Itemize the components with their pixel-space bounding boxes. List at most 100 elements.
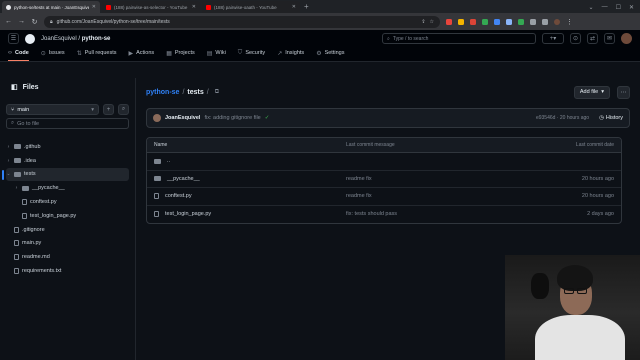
chevron-right-icon[interactable]: › (14, 185, 19, 191)
extension-icon[interactable] (446, 18, 452, 25)
minimize-icon[interactable]: — (602, 4, 608, 10)
table-row[interactable]: .. (147, 153, 621, 171)
lock-icon: 🔒︎ (50, 18, 53, 25)
table-row[interactable]: __pycache__ readme fix 20 hours ago (147, 171, 621, 188)
browser-tab[interactable]: (188) pairwise-oaath - YouTube ✕ (202, 1, 300, 13)
add-file-button[interactable]: Add file ▾ (573, 85, 610, 99)
avatar[interactable] (153, 114, 161, 122)
close-icon[interactable]: ✕ (292, 4, 296, 10)
tab-projects[interactable]: ▦ Projects (166, 47, 195, 61)
search-icon: ⌕ (11, 120, 15, 126)
chevron-right-icon[interactable]: › (6, 158, 11, 164)
sidebar-collapse-icon[interactable]: ◧ (11, 83, 18, 91)
tree-item[interactable]: ⌄ tests (2, 167, 129, 182)
kebab-menu-icon[interactable]: ⋮ (566, 18, 573, 26)
search-icon[interactable]: ⌕ (118, 104, 129, 115)
row-name[interactable]: test_login_page.py (165, 211, 211, 217)
tab-code[interactable]: ‹› Code (8, 47, 29, 61)
tree-item[interactable]: test_login_page.py (6, 209, 129, 223)
go-to-file-input[interactable]: ⌕ Go to file (6, 118, 129, 129)
tab-issues[interactable]: ⊙ Issues (41, 47, 65, 61)
tree-item[interactable]: readme.md (6, 250, 129, 264)
sidepanel-icon[interactable] (542, 18, 548, 25)
tab-wiki[interactable]: ▤ Wiki (207, 47, 226, 61)
header-message: Last commit message (346, 142, 395, 148)
commit-meta: e93546d · 20 hours ago (535, 115, 590, 121)
close-icon[interactable]: ✕ (192, 4, 196, 10)
tree-item[interactable]: .gitignore (6, 223, 129, 237)
folder-icon (14, 144, 21, 150)
tab-security[interactable]: ⛉ Security (238, 47, 265, 61)
owner-link[interactable]: JoanEsquivel (41, 36, 77, 42)
check-icon[interactable]: ✓ (265, 115, 270, 121)
chevron-down-icon[interactable]: ⌄ (589, 4, 594, 11)
search-icon: ⌕ (387, 35, 390, 42)
repo-path: JoanEsquivel / python-se (41, 36, 110, 42)
tab-insights[interactable]: ↗ Insights (277, 47, 304, 61)
add-file-icon[interactable]: + (103, 104, 114, 115)
back-icon[interactable]: ← (5, 18, 12, 25)
actions-icon: ▶ (128, 50, 134, 57)
tab-settings[interactable]: ⚙ Settings (316, 47, 344, 61)
tree-item[interactable]: main.py (6, 237, 129, 251)
tree-item[interactable]: requirements.txt (6, 264, 129, 278)
browser-tab[interactable]: python-se/tests at main · JoanEsquivel/p… (2, 1, 100, 13)
chevron-down-icon[interactable]: ⌄ (6, 171, 11, 177)
tab-pull-requests[interactable]: ⇅ Pull requests (77, 47, 117, 61)
extension-icon[interactable] (518, 18, 524, 25)
row-message[interactable]: fix: tests should pass (346, 211, 546, 217)
extension-icon[interactable] (482, 18, 488, 25)
hamburger-icon[interactable]: ☰ (8, 33, 19, 44)
more-options-button[interactable]: ⋯ (617, 85, 630, 99)
chevron-right-icon[interactable]: › (6, 144, 11, 150)
files-title: Files (22, 83, 39, 91)
reload-icon[interactable]: ↻ (31, 18, 38, 26)
star-icon[interactable]: ☆ (430, 19, 434, 25)
close-icon[interactable]: ✕ (92, 4, 96, 10)
row-name[interactable]: __pycache__ (167, 176, 200, 182)
extension-icon[interactable] (494, 18, 500, 25)
table-row[interactable]: test_login_page.py fix: tests should pas… (147, 206, 621, 224)
create-new-button[interactable]: + ▾ (542, 33, 564, 44)
branch-selector[interactable]: ⑂ main ▾ (6, 104, 99, 115)
pull-requests-icon[interactable]: ⇄ (587, 33, 598, 44)
commit-message[interactable]: fix: adding gitignore file (204, 115, 260, 121)
close-window-icon[interactable]: ✕ (629, 4, 634, 11)
history-button[interactable]: ◷ History (599, 115, 623, 121)
share-icon[interactable]: ⇪ (421, 19, 425, 25)
puzzle-icon[interactable] (530, 18, 536, 25)
inbox-icon[interactable]: ✉ (604, 33, 615, 44)
github-logo-icon[interactable] (25, 33, 35, 44)
issues-icon[interactable]: ⊙ (570, 33, 581, 44)
row-name[interactable]: conftest.py (165, 193, 192, 199)
chevron-down-icon: ▾ (553, 36, 557, 42)
tree-item[interactable]: › .idea (6, 154, 129, 168)
new-tab-button[interactable]: + (304, 1, 309, 13)
profile-icon[interactable] (554, 18, 560, 25)
tab-actions[interactable]: ▶ Actions (129, 47, 155, 61)
repo-link[interactable]: python-se (82, 36, 111, 42)
code-icon: ‹› (8, 49, 12, 56)
row-name[interactable]: .. (167, 158, 170, 164)
forward-icon[interactable]: → (18, 18, 25, 25)
extension-icon[interactable] (470, 18, 476, 25)
extension-icon[interactable] (506, 18, 512, 25)
row-message[interactable]: readme fix (346, 193, 546, 199)
avatar[interactable] (621, 33, 632, 44)
maximize-icon[interactable]: ☐ (616, 4, 621, 11)
search-input[interactable]: ⌕ Type / to search (382, 33, 536, 44)
extension-icon[interactable] (458, 18, 464, 25)
breadcrumb-repo-link[interactable]: python-se (146, 89, 179, 96)
tree-item[interactable]: › .github (6, 140, 129, 154)
copy-icon[interactable]: ⧉ (215, 89, 219, 96)
tree-item[interactable]: conftest.py (6, 195, 129, 209)
browser-tab[interactable]: (188) pairwise-as-selector - YouTube ✕ (102, 1, 200, 13)
youtube-icon (206, 4, 211, 10)
commit-author[interactable]: JoanEsquivel (165, 115, 200, 121)
address-bar[interactable]: 🔒︎ github.com/JoanEsquivel/python-se/tre… (44, 15, 440, 28)
row-message[interactable]: readme fix (346, 176, 546, 182)
tree-item[interactable]: › __pycache__ (6, 181, 129, 195)
chevron-down-icon: ▾ (91, 106, 94, 113)
table-row[interactable]: conftest.py readme fix 20 hours ago (147, 188, 621, 206)
window-controls: ⌄ — ☐ ✕ (589, 1, 640, 13)
